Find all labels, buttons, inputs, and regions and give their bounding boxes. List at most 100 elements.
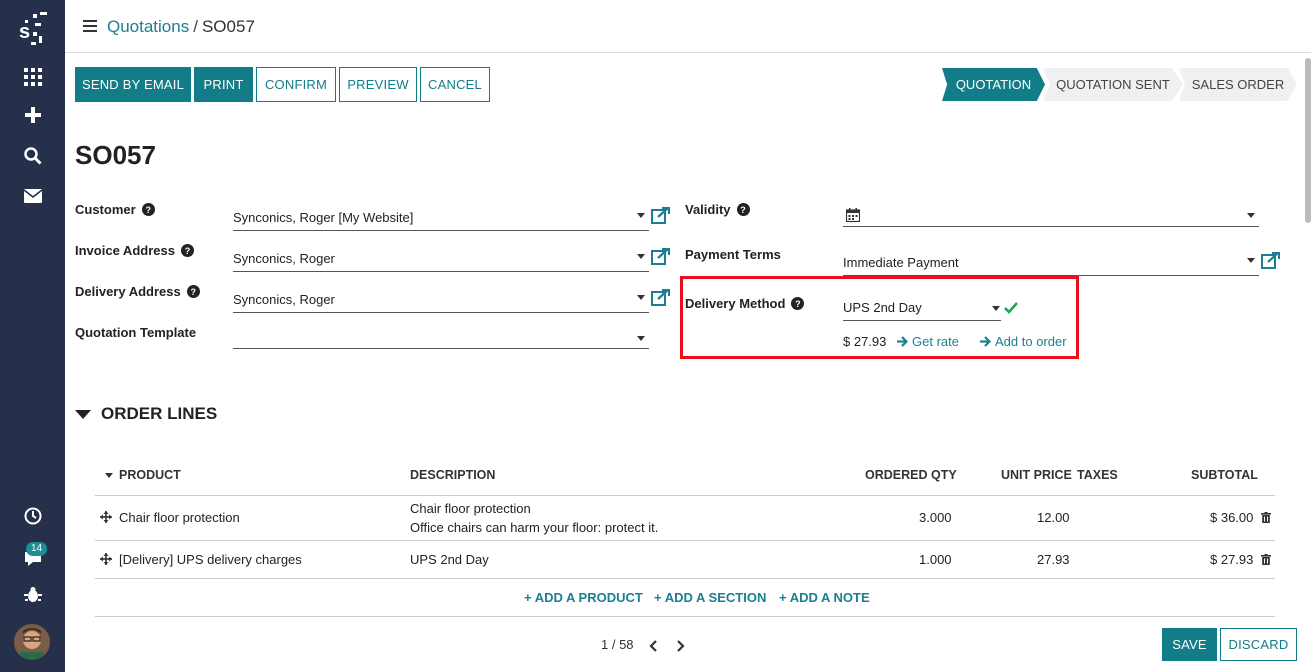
check-icon — [1004, 302, 1018, 314]
template-label-text: Quotation Template — [75, 325, 197, 340]
discard-button[interactable]: DISCARD — [1220, 628, 1297, 661]
row-description-line1[interactable]: Chair floor protection — [410, 501, 531, 516]
delivery-value: Synconics, Roger — [233, 292, 335, 307]
dropdown-caret-icon[interactable] — [992, 306, 1000, 311]
row-unit-price[interactable]: 27.93 — [1037, 552, 1070, 567]
send-by-email-button[interactable]: SEND BY EMAIL — [75, 67, 191, 102]
get-rate-link[interactable]: Get rate — [897, 334, 959, 349]
add-note-label: ADD A NOTE — [789, 590, 870, 605]
row-unit-price[interactable]: 12.00 — [1037, 510, 1070, 525]
dropdown-caret-icon[interactable] — [637, 336, 645, 341]
delivery-rate: $ 27.93 — [843, 334, 887, 349]
add-to-order-link[interactable]: Add to order — [980, 334, 1067, 349]
validity-field[interactable] — [843, 202, 1259, 227]
help-icon[interactable]: ? — [791, 297, 805, 310]
pager-next-icon[interactable] — [677, 640, 685, 652]
row-product[interactable]: Chair floor protection — [119, 510, 240, 525]
row-qty[interactable]: 3.000 — [919, 510, 952, 525]
clock-icon[interactable] — [0, 505, 65, 527]
status-quotation[interactable]: QUOTATION — [942, 68, 1045, 101]
breadcrumb: Quotations / SO057 — [107, 17, 255, 37]
plus-icon[interactable] — [0, 104, 65, 126]
divider — [95, 540, 1275, 541]
row-qty[interactable]: 1.000 — [919, 552, 952, 567]
row-product[interactable]: [Delivery] UPS delivery charges — [119, 552, 302, 567]
terms-label-text: Payment Terms — [685, 247, 781, 262]
delivery-address-field[interactable]: Synconics, Roger — [233, 288, 649, 313]
payment-terms-field[interactable]: Immediate Payment — [843, 251, 1259, 276]
breadcrumb-quotations-link[interactable]: Quotations — [107, 17, 189, 36]
column-header-ordered-qty[interactable]: ORDERED QTY — [865, 468, 957, 482]
trash-icon[interactable] — [1261, 554, 1271, 565]
quotation-template-label: Quotation Template — [75, 325, 196, 340]
add-note-link[interactable]: + ADD A NOTE — [779, 590, 870, 605]
help-icon[interactable]: ? — [186, 285, 200, 298]
main-content: Quotations / SO057 SEND BY EMAIL PRINT CON… — [65, 0, 1311, 672]
order-lines-toggle[interactable]: ORDER LINES — [75, 404, 217, 424]
collapse-caret-icon — [75, 409, 91, 419]
add-product-link[interactable]: + ADD A PRODUCT — [524, 590, 643, 605]
calendar-icon[interactable] — [846, 208, 860, 222]
row-description-line2[interactable]: Office chairs can harm your floor: prote… — [410, 520, 658, 535]
preview-button[interactable]: PREVIEW — [339, 67, 417, 102]
scrollbar[interactable] — [1305, 58, 1311, 223]
method-value: UPS 2nd Day — [843, 300, 922, 315]
drag-handle-icon[interactable] — [100, 553, 112, 565]
help-icon[interactable]: ? — [180, 244, 194, 257]
delivery-method-label: Delivery Method? — [685, 296, 805, 311]
record-title: SO057 — [75, 140, 156, 170]
invoice-value: Synconics, Roger — [233, 251, 335, 266]
apps-grid-icon[interactable] — [0, 66, 65, 88]
dropdown-caret-icon[interactable] — [637, 295, 645, 300]
save-button[interactable]: SAVE — [1162, 628, 1217, 661]
dropdown-caret-icon[interactable] — [1247, 258, 1255, 263]
column-header-unit-price[interactable]: UNIT PRICE — [1001, 468, 1072, 482]
delivery-method-field[interactable]: UPS 2nd Day — [843, 296, 1001, 321]
avatar[interactable] — [14, 624, 50, 660]
help-icon[interactable]: ? — [141, 203, 155, 216]
chat-badge: 14 — [26, 542, 48, 556]
mail-icon[interactable] — [0, 185, 65, 207]
validity-label-text: Validity — [685, 202, 731, 217]
print-button[interactable]: PRINT — [194, 67, 253, 102]
column-header-product[interactable]: PRODUCT — [105, 468, 181, 482]
dropdown-caret-icon[interactable] — [637, 213, 645, 218]
customer-field[interactable]: Synconics, Roger [My Website] — [233, 206, 649, 231]
status-sales-order[interactable]: SALES ORDER — [1179, 68, 1297, 101]
sidebar: s 14 — [0, 0, 65, 672]
get-rate-label: Get rate — [912, 334, 959, 349]
row-description-line1[interactable]: UPS 2nd Day — [410, 552, 489, 567]
invoice-label-text: Invoice Address — [75, 243, 175, 258]
customer-label: Customer? — [75, 202, 155, 217]
confirm-button[interactable]: CONFIRM — [256, 67, 336, 102]
column-header-subtotal[interactable]: SUBTOTAL — [1191, 468, 1258, 482]
external-link-icon[interactable] — [1261, 252, 1280, 269]
cancel-button[interactable]: CANCEL — [420, 67, 490, 102]
add-section-label: ADD A SECTION — [664, 590, 767, 605]
pager-previous-icon[interactable] — [649, 640, 657, 652]
external-link-icon[interactable] — [651, 289, 670, 306]
menu-toggle-icon[interactable] — [83, 20, 97, 35]
status-quotation-sent[interactable]: QUOTATION SENT — [1043, 68, 1183, 101]
bug-icon[interactable] — [0, 584, 65, 606]
invoice-address-field[interactable]: Synconics, Roger — [233, 247, 649, 272]
dropdown-caret-icon[interactable] — [637, 254, 645, 259]
app-logo-icon[interactable]: s — [0, 10, 65, 50]
help-icon[interactable]: ? — [736, 203, 750, 216]
add-section-link[interactable]: + ADD A SECTION — [654, 590, 766, 605]
svg-text:s: s — [19, 21, 30, 43]
search-icon[interactable] — [0, 145, 65, 167]
quotation-template-field[interactable] — [233, 324, 649, 349]
column-header-description[interactable]: DESCRIPTION — [410, 468, 495, 482]
invoice-address-label: Invoice Address? — [75, 243, 194, 258]
dropdown-caret-icon[interactable] — [1247, 213, 1255, 218]
order-lines-title: ORDER LINES — [101, 404, 218, 423]
method-label-text: Delivery Method — [685, 296, 786, 311]
external-link-icon[interactable] — [651, 207, 670, 224]
external-link-icon[interactable] — [651, 248, 670, 265]
column-header-taxes[interactable]: TAXES — [1077, 468, 1118, 482]
trash-icon[interactable] — [1261, 512, 1271, 523]
pager-value: 1 / 58 — [601, 637, 634, 652]
row-subtotal: $ 36.00 — [1210, 510, 1254, 525]
drag-handle-icon[interactable] — [100, 511, 112, 523]
